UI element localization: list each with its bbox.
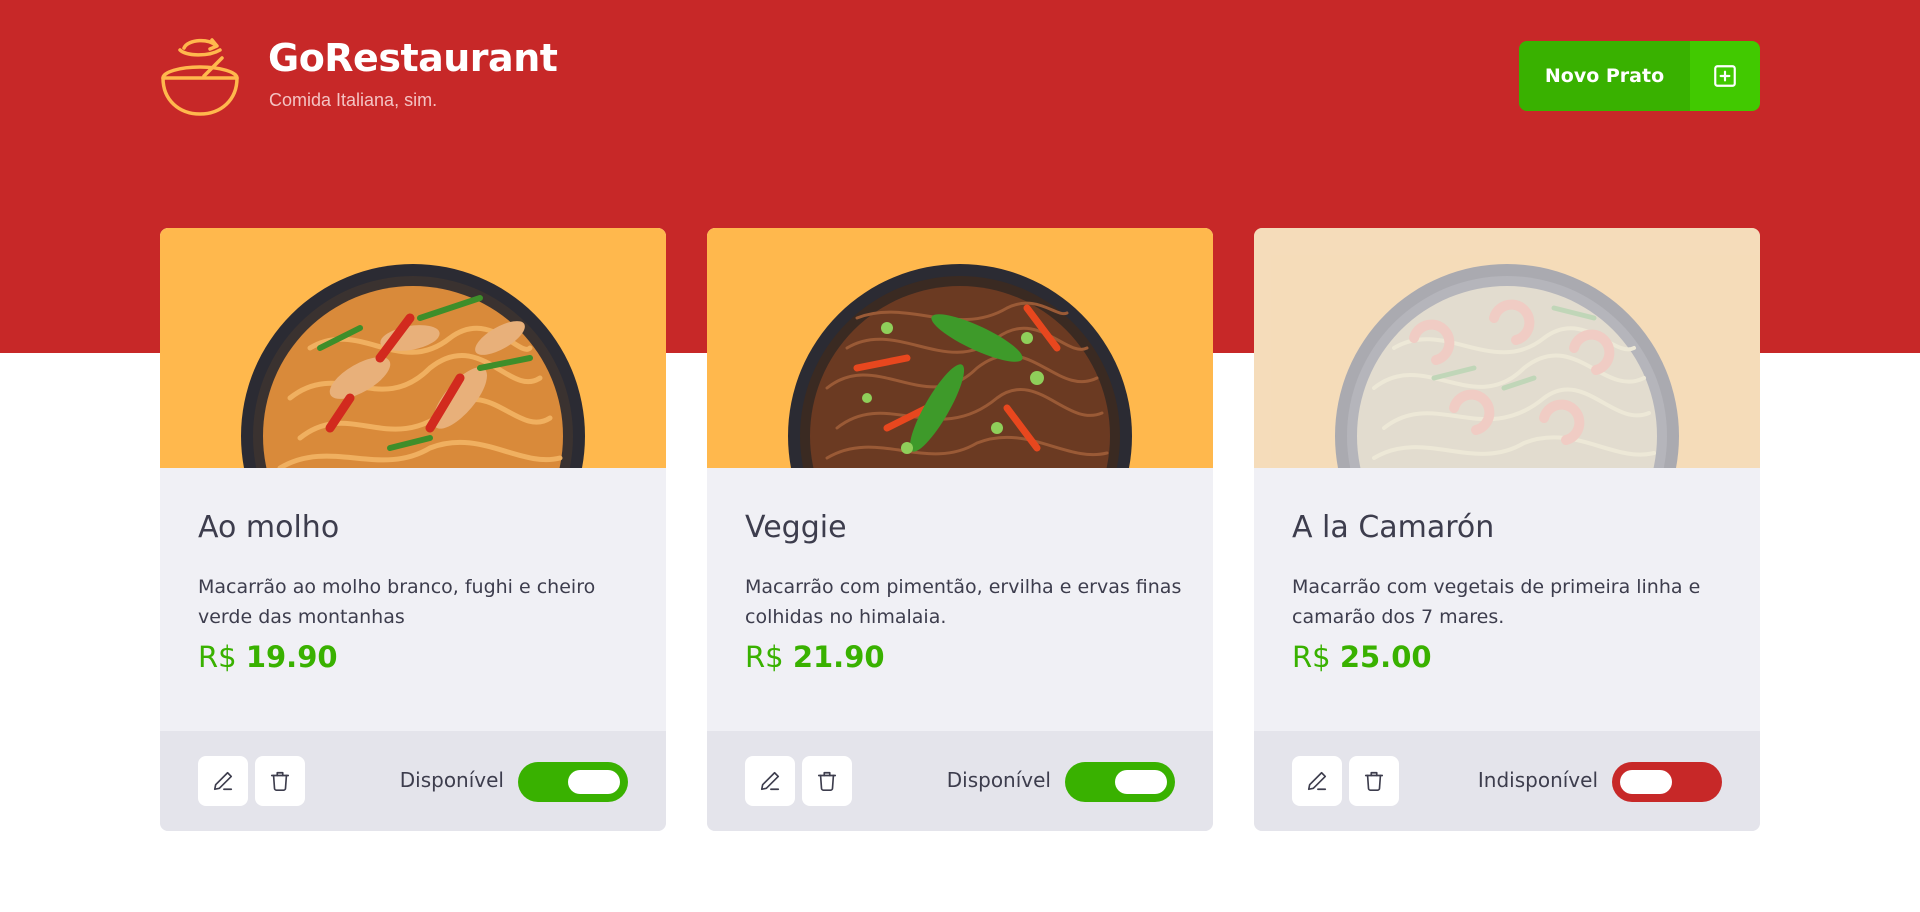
food-card-body: Ao molho Macarrão ao molho branco, fughi… (160, 468, 666, 731)
edit-button[interactable] (745, 756, 795, 806)
availability-label: Disponível (946, 768, 1051, 792)
availability-label: Disponível (399, 768, 504, 792)
new-dish-button[interactable]: Novo Prato (1519, 41, 1760, 111)
price-value: 19.90 (245, 640, 338, 674)
price-value: 21.90 (792, 640, 885, 674)
brand-title: GoRestaurant (268, 36, 558, 80)
food-card-body: A la Camarón Macarrão com vegetais de pr… (1254, 468, 1760, 731)
food-image (707, 228, 1213, 468)
edit-button[interactable] (198, 756, 248, 806)
food-card: Veggie Macarrão com pimentão, ervilha e … (707, 228, 1213, 831)
food-card-body: Veggie Macarrão com pimentão, ervilha e … (707, 468, 1213, 731)
food-list: Ao molho Macarrão ao molho branco, fughi… (160, 228, 1760, 831)
new-dish-button-label: Novo Prato (1519, 41, 1690, 111)
food-description: Macarrão ao molho branco, fughi e cheiro… (198, 576, 596, 628)
toggle-knob (568, 770, 620, 794)
food-description: Macarrão com pimentão, ervilha e ervas f… (745, 576, 1182, 628)
food-price: R$ 19.90 (198, 640, 338, 674)
food-price: R$ 25.00 (1292, 640, 1432, 674)
food-card-footer: Disponível (160, 731, 666, 831)
pencil-icon (760, 771, 780, 791)
availability-toggle[interactable] (1612, 762, 1722, 802)
price-value: 25.00 (1339, 640, 1432, 674)
edit-button[interactable] (1292, 756, 1342, 806)
food-card: Ao molho Macarrão ao molho branco, fughi… (160, 228, 666, 831)
toggle-knob (1115, 770, 1167, 794)
price-currency: R$ (198, 640, 237, 674)
availability-toggle[interactable] (1065, 762, 1175, 802)
brand-subtitle: Comida Italiana, sim. (269, 90, 438, 110)
food-name: Ao molho (198, 510, 340, 545)
bowl-logo-icon (160, 36, 240, 116)
food-price: R$ 21.90 (745, 640, 885, 674)
price-currency: R$ (745, 640, 784, 674)
food-card: A la Camarón Macarrão com vegetais de pr… (1254, 228, 1760, 831)
availability-label: Indisponível (1477, 768, 1598, 792)
price-currency: R$ (1292, 640, 1331, 674)
availability-toggle[interactable] (518, 762, 628, 802)
pencil-icon (213, 771, 233, 791)
pencil-icon (1307, 771, 1327, 791)
header: GoRestaurant Comida Italiana, sim. Novo … (160, 36, 1760, 116)
toggle-knob (1620, 770, 1672, 794)
delete-button[interactable] (255, 756, 305, 806)
food-description: Macarrão com vegetais de primeira linha … (1292, 576, 1701, 628)
food-image (160, 228, 666, 468)
food-name: Veggie (745, 510, 847, 545)
plus-square-icon (1690, 41, 1760, 111)
trash-icon (817, 771, 837, 791)
food-card-footer: Disponível (707, 731, 1213, 831)
food-card-footer: Indisponível (1254, 731, 1760, 831)
food-image (1254, 228, 1760, 468)
trash-icon (270, 771, 290, 791)
delete-button[interactable] (1349, 756, 1399, 806)
food-name: A la Camarón (1292, 510, 1495, 545)
delete-button[interactable] (802, 756, 852, 806)
trash-icon (1364, 771, 1384, 791)
